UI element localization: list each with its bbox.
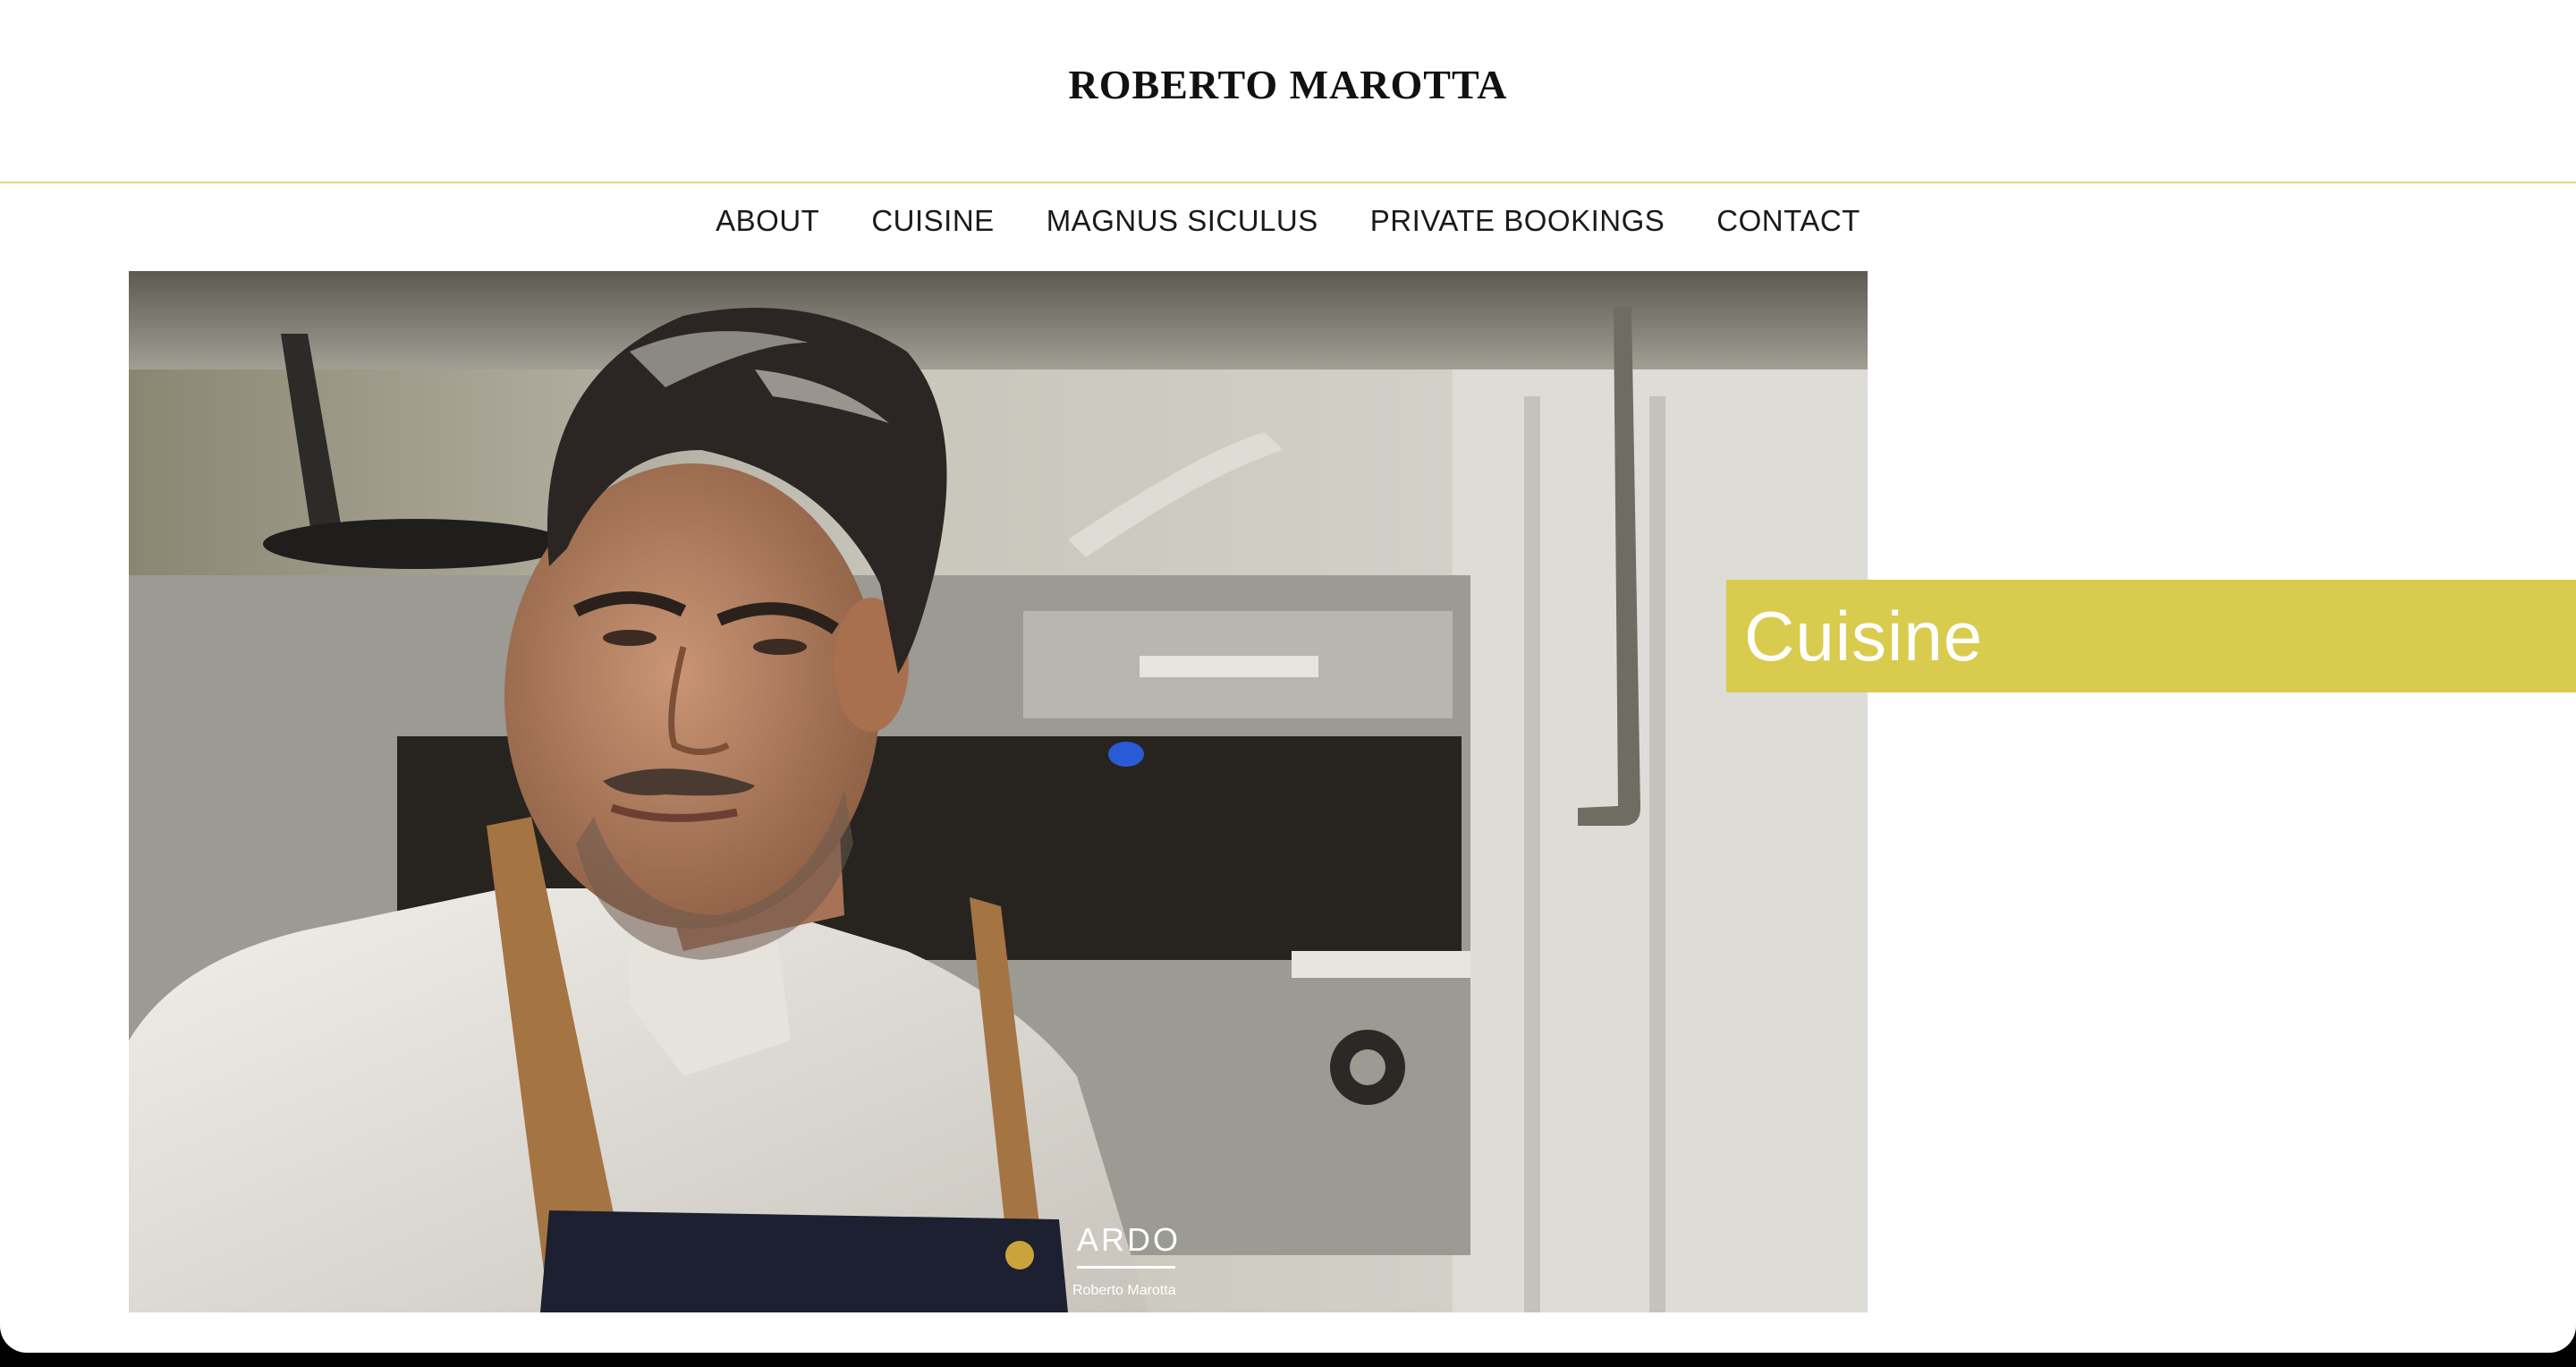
header-divider	[0, 182, 2576, 183]
chef-photo: ARDO Roberto Marotta	[129, 271, 1868, 1312]
page: ROBERTO MAROTTA ABOUT CUISINE MAGNUS SIC…	[0, 0, 2576, 1353]
site-title[interactable]: ROBERTO MAROTTA	[0, 61, 2576, 108]
nav-item-cuisine[interactable]: CUISINE	[871, 204, 994, 238]
nav-item-private-bookings[interactable]: PRIVATE BOOKINGS	[1370, 204, 1665, 238]
section-title: Cuisine	[1744, 597, 1984, 675]
apron-name: Roberto Marotta	[1072, 1283, 1176, 1298]
nav-item-contact[interactable]: CONTACT	[1716, 204, 1860, 238]
hero-image: ARDO Roberto Marotta	[129, 271, 1868, 1312]
nav-item-magnus-siculus[interactable]: MAGNUS SICULUS	[1046, 204, 1318, 238]
section-banner: Cuisine	[1726, 580, 2576, 692]
apron-logo: ARDO	[1077, 1221, 1181, 1258]
main-nav: ABOUT CUISINE MAGNUS SICULUS PRIVATE BOO…	[0, 204, 2576, 238]
nav-item-about[interactable]: ABOUT	[716, 204, 819, 238]
